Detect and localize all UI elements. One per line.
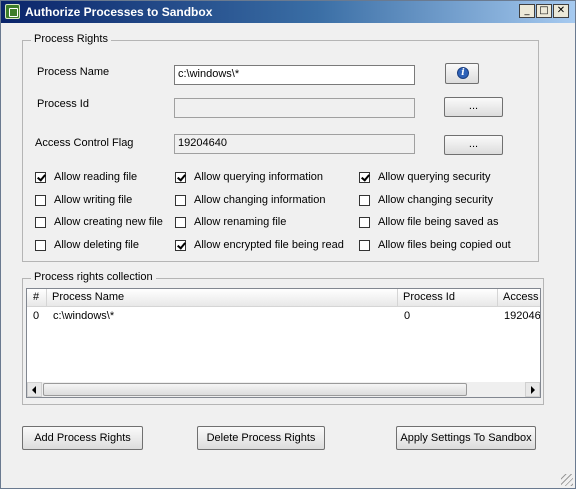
permission-checkbox[interactable] [35,217,46,228]
scroll-right-button[interactable] [525,382,540,397]
permission-checkbox-label[interactable]: Allow writing file [54,194,132,206]
column-header-process-name[interactable]: Process Name [47,289,398,307]
permission-checkbox-label[interactable]: Allow changing security [378,194,493,206]
list-header: # Process Name Process Id Access [27,289,540,307]
column-header-process-id[interactable]: Process Id [398,289,498,307]
info-button[interactable]: i [445,63,479,84]
add-process-rights-button[interactable]: Add Process Rights [22,426,143,450]
permission-checkbox-label[interactable]: Allow renaming file [194,216,286,228]
permission-checkbox-label[interactable]: Allow changing information [194,194,325,206]
permission-checkbox-label[interactable]: Allow reading file [54,171,137,183]
info-icon: i [457,67,469,79]
process-name-label: Process Name [37,66,110,78]
scroll-left-button[interactable] [27,382,42,397]
permission-checkbox[interactable] [175,240,186,251]
horizontal-scrollbar[interactable] [27,382,540,397]
access-control-flag-label: Access Control Flag [35,137,134,149]
process-id-input[interactable] [174,98,415,118]
column-header-access[interactable]: Access [498,289,540,307]
collection-legend: Process rights collection [31,271,156,283]
row-cell-process-name: c:\windows\* [53,310,115,322]
row-cell-access: 19204640 [504,310,540,322]
row-cell-process-id: 0 [404,310,411,322]
permission-checkbox[interactable] [175,195,186,206]
permission-checkbox[interactable] [359,195,370,206]
permission-checkbox[interactable] [359,217,370,228]
title-bar[interactable]: Authorize Processes to Sandbox _ □ ✕ [1,1,575,23]
access-flag-browse-button[interactable]: ... [444,135,503,155]
apply-settings-button[interactable]: Apply Settings To Sandbox [396,426,536,450]
authorize-processes-window: Authorize Processes to Sandbox _ □ ✕ Pro… [0,0,576,489]
permission-checkbox[interactable] [175,217,186,228]
delete-process-rights-button[interactable]: Delete Process Rights [197,426,325,450]
permission-checkbox[interactable] [35,240,46,251]
window-title: Authorize Processes to Sandbox [25,5,213,19]
left-arrow-icon [32,386,36,394]
permission-checkbox[interactable] [359,172,370,183]
right-arrow-icon [531,386,535,394]
permission-checkbox[interactable] [35,195,46,206]
permission-checkbox-label[interactable]: Allow files being copied out [378,239,511,251]
resize-grip[interactable] [561,474,573,486]
scrollbar-thumb[interactable] [43,383,467,396]
close-button[interactable]: ✕ [553,4,569,18]
process-id-browse-button[interactable]: ... [444,97,503,117]
permission-checkbox-label[interactable]: Allow file being saved as [378,216,498,228]
column-header-number[interactable]: # [27,289,47,307]
process-name-input[interactable]: c:\windows\* [174,65,415,85]
permission-checkbox-label[interactable]: Allow encrypted file being read [194,239,344,251]
row-cell-number: 0 [33,310,40,322]
permission-checkbox-label[interactable]: Allow querying security [378,171,491,183]
sandbox-app-icon [5,4,20,19]
minimize-button[interactable]: _ [519,4,535,18]
process-rights-list[interactable]: # Process Name Process Id Access 0 c:\wi… [26,288,541,398]
access-control-flag-input[interactable]: 19204640 [174,134,415,154]
permission-checkbox-label[interactable]: Allow deleting file [54,239,139,251]
process-rights-legend: Process Rights [31,33,111,45]
permission-checkbox[interactable] [35,172,46,183]
permission-checkbox[interactable] [175,172,186,183]
permission-checkbox-label[interactable]: Allow querying information [194,171,323,183]
maximize-button[interactable]: □ [536,4,552,18]
permission-checkbox-label[interactable]: Allow creating new file [54,216,163,228]
process-id-label: Process Id [37,98,89,110]
permission-checkbox[interactable] [359,240,370,251]
